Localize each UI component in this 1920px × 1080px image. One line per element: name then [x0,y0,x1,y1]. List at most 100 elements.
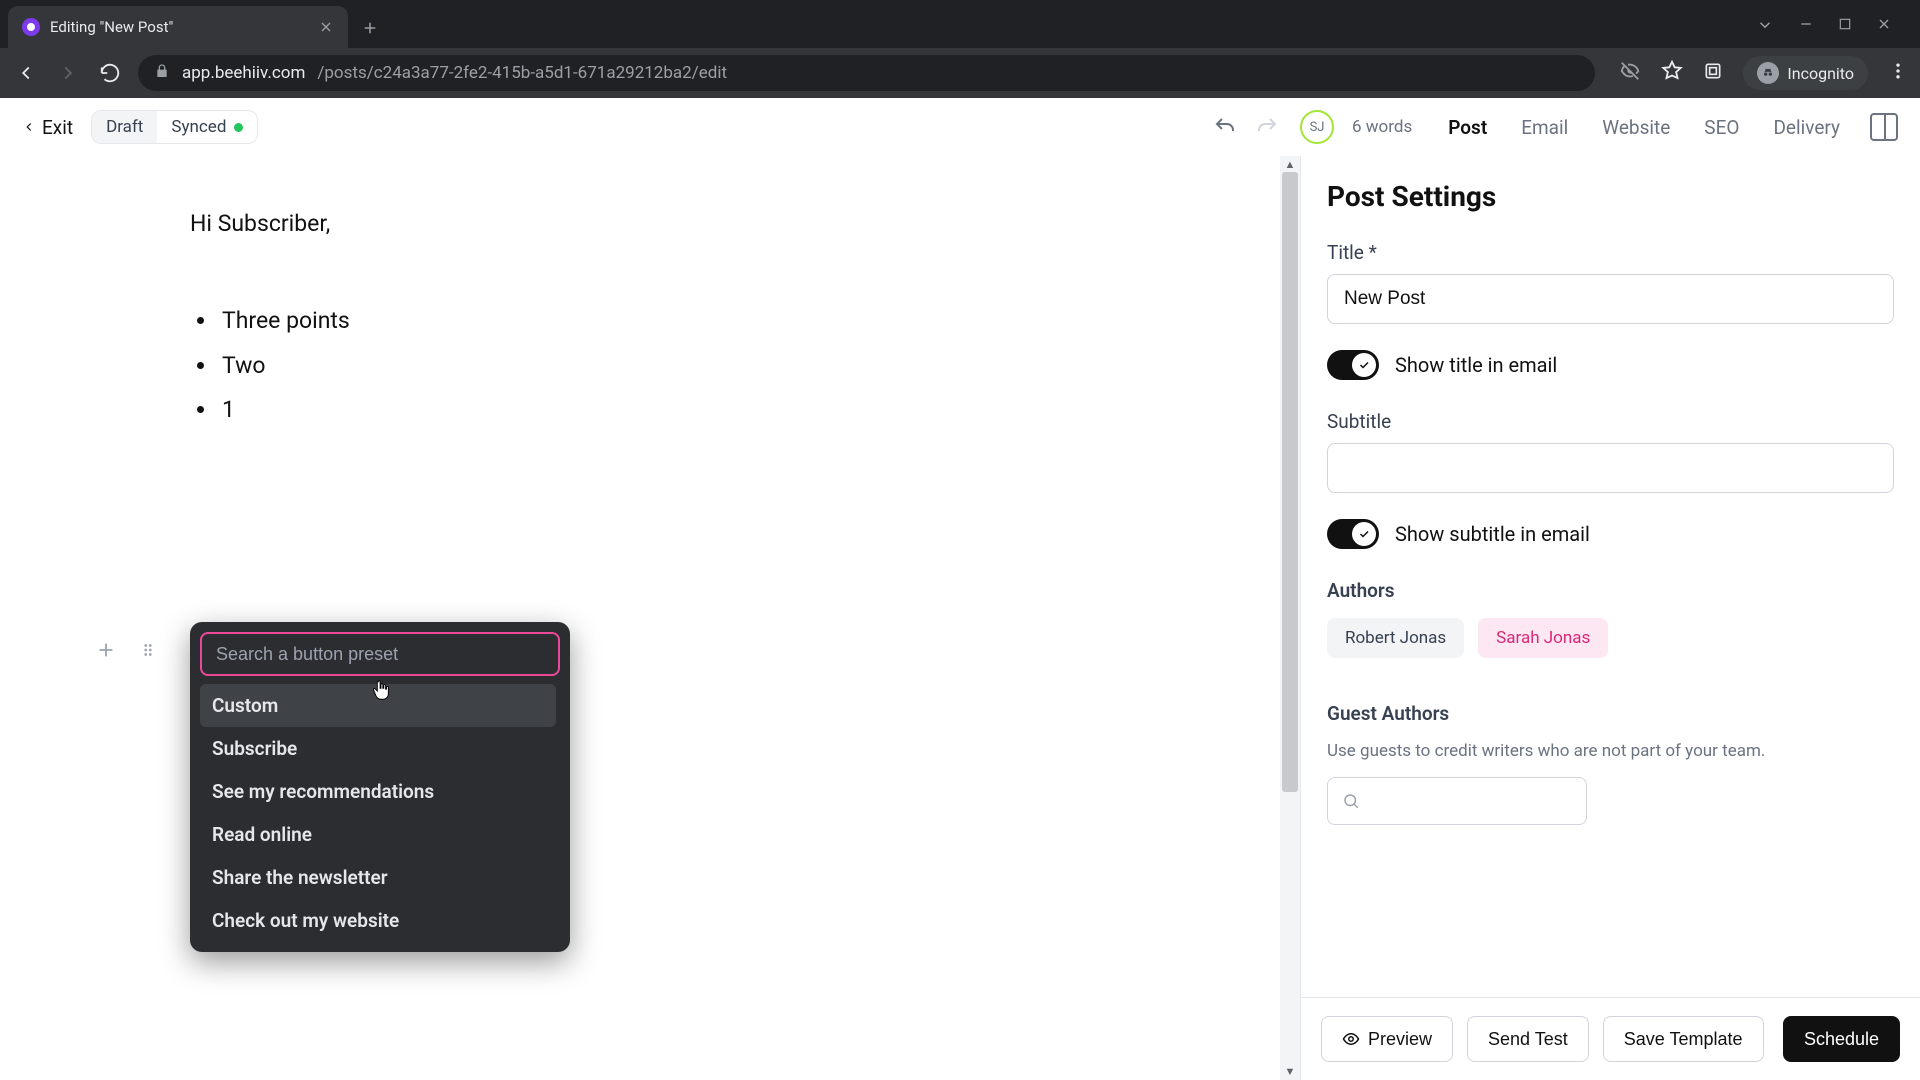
panel-heading: Post Settings [1327,180,1894,213]
incognito-label: Incognito [1787,64,1854,83]
reload-button[interactable] [96,59,124,87]
block-handles [92,636,162,664]
editor-content[interactable]: Hi Subscriber, Three points Two 1 [190,206,1170,429]
title-input[interactable] [1327,274,1894,324]
show-subtitle-label: Show subtitle in email [1395,522,1590,546]
panel-tabs: Post Email Website SEO Delivery [1448,110,1840,145]
minimize-icon[interactable] [1798,16,1814,38]
scroll-up-icon[interactable]: ▲ [1284,158,1296,171]
drag-handle-icon[interactable] [134,636,162,664]
author-chip[interactable]: Robert Jonas [1327,618,1464,658]
url-box[interactable]: app.beehiiv.com/posts/c24a3a77-2fe2-415b… [138,55,1595,91]
url-path: /posts/c24a3a77-2fe2-415b-a5d1-671a29212… [317,63,727,83]
button-preset-popup: CustomSubscribeSee my recommendationsRea… [190,622,570,952]
lock-icon [154,63,170,84]
search-icon [1342,792,1360,810]
title-label: Title * [1327,241,1894,264]
eye-off-icon[interactable] [1619,60,1641,86]
tab-delivery[interactable]: Delivery [1773,110,1840,145]
app-topbar: Exit Draft Synced SJ 6 words Post Email We… [0,98,1920,156]
maximize-icon[interactable] [1838,16,1852,38]
new-tab-button[interactable] [354,12,386,44]
preset-item[interactable]: Custom [200,684,556,727]
draft-badge: Draft [92,111,157,143]
show-title-toggle-row: Show title in email [1327,350,1894,380]
chevron-down-icon[interactable] [1756,16,1774,38]
send-test-label: Send Test [1488,1029,1568,1050]
tab-website[interactable]: Website [1602,110,1670,145]
list-item[interactable]: Three points [218,303,1170,340]
bullet-list[interactable]: Three points Two 1 [218,303,1170,429]
settings-panel: Post Settings Title * Show title in emai… [1300,98,1920,1080]
send-test-button[interactable]: Send Test [1467,1016,1589,1062]
app-body: Hi Subscriber, Three pointsTwo1 CustomSu… [0,98,1920,1080]
undo-redo-group [1210,112,1282,142]
list-item[interactable]: Two [218,348,1170,385]
tab-email[interactable]: Email [1521,110,1568,145]
add-block-button[interactable] [92,636,120,664]
save-template-label: Save Template [1624,1029,1743,1050]
paragraph[interactable]: Hi Subscriber, [190,206,1170,243]
editor-scroll[interactable]: Hi Subscriber, Three points Two 1 CustomSu… [0,156,1300,1080]
tab-title: Editing "New Post" [50,18,308,36]
url-domain: app.beehiiv.com [182,63,305,83]
show-subtitle-toggle[interactable] [1327,519,1379,549]
sync-dot-icon [234,123,243,132]
save-template-button[interactable]: Save Template [1603,1016,1764,1062]
preset-item[interactable]: Subscribe [200,727,556,770]
subtitle-input[interactable] [1327,443,1894,493]
preset-item[interactable]: See my recommendations [200,770,556,813]
tab-seo[interactable]: SEO [1704,110,1739,145]
preset-list: CustomSubscribeSee my recommendationsRea… [200,684,560,942]
author-chip[interactable]: Sarah Jonas [1478,618,1608,658]
undo-button[interactable] [1210,112,1240,142]
avatar[interactable]: SJ [1300,110,1334,144]
tab-post[interactable]: Post [1448,110,1487,145]
guest-author-search[interactable] [1327,777,1587,825]
preset-item[interactable]: Share the newsletter [200,856,556,899]
window-controls [1756,16,1912,48]
incognito-icon [1757,62,1779,84]
show-title-toggle[interactable] [1327,350,1379,380]
exit-label: Exit [42,116,73,139]
close-tab-icon[interactable] [318,19,334,35]
incognito-indicator[interactable]: Incognito [1743,56,1868,90]
sync-label: Synced [171,117,226,137]
scroll-down-icon[interactable]: ▼ [1284,1065,1296,1078]
preset-item[interactable]: Read online [200,813,556,856]
close-window-icon[interactable] [1876,16,1892,38]
toggle-knob [1352,353,1376,377]
preset-item[interactable]: Check out my website [200,899,556,942]
browser-tab-strip: Editing "New Post" [0,0,1920,48]
panel-body[interactable]: Post Settings Title * Show title in emai… [1301,156,1920,997]
schedule-button[interactable]: Schedule [1783,1016,1900,1062]
show-subtitle-toggle-row: Show subtitle in email [1327,519,1894,549]
editor-area: Hi Subscriber, Three points Two 1 CustomSu… [0,98,1300,1080]
sync-status: Synced [157,111,257,143]
redo-button[interactable] [1252,112,1282,142]
author-chips: Robert Jonas Sarah Jonas [1327,618,1894,658]
scrollbar-thumb[interactable] [1282,172,1298,792]
scrollbar[interactable]: ▲ ▼ [1280,156,1300,1080]
browser-tab[interactable]: Editing "New Post" [8,6,348,48]
list-item[interactable]: 1 [218,392,1170,429]
subtitle-label: Subtitle [1327,410,1894,433]
preview-button[interactable]: Preview [1321,1016,1453,1062]
menu-icon[interactable] [1888,61,1908,85]
exit-button[interactable]: Exit [22,116,73,139]
status-pill: Draft Synced [91,110,258,144]
star-icon[interactable] [1661,60,1683,86]
extensions-icon[interactable] [1703,61,1723,85]
favicon-icon [22,18,40,36]
guest-authors-label: Guest Authors [1327,702,1894,725]
schedule-label: Schedule [1804,1029,1879,1050]
forward-button[interactable] [54,59,82,87]
word-count: 6 words [1352,117,1412,137]
eye-icon [1342,1030,1360,1048]
preset-search-input[interactable] [200,632,560,676]
toggle-knob [1352,522,1376,546]
guest-authors-help: Use guests to credit writers who are not… [1327,741,1894,761]
panel-toggle-button[interactable] [1870,113,1898,141]
back-button[interactable] [12,59,40,87]
address-bar: app.beehiiv.com/posts/c24a3a77-2fe2-415b… [0,48,1920,98]
